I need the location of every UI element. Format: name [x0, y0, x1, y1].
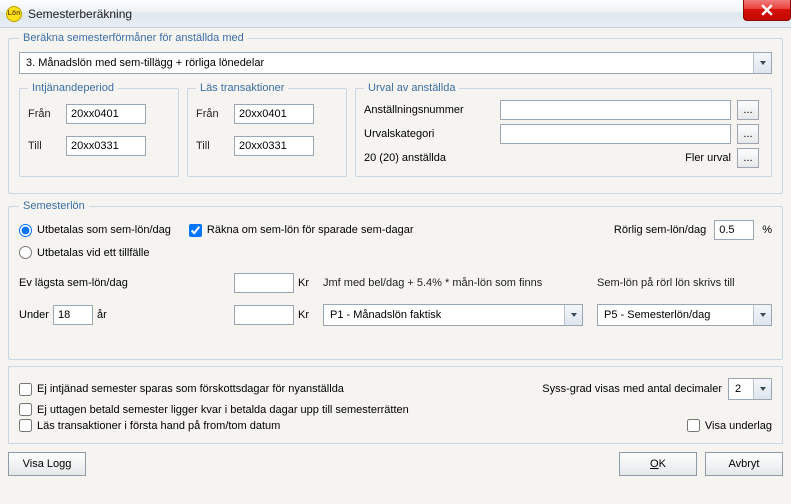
ev-lagsta-input[interactable] [234, 273, 294, 293]
group-urval: Urval av anställda Anställningsnummer ..… [355, 82, 772, 177]
radio-utbetalas-tillfalle-input[interactable] [19, 246, 32, 259]
las-fran-input[interactable] [234, 104, 314, 124]
label-fran: Från [28, 108, 66, 120]
group-semlon-legend: Semesterlön [19, 200, 89, 212]
chk-ej-intjanad[interactable]: Ej intjänad semester sparas som förskott… [19, 383, 344, 396]
chk-ej-uttagen[interactable]: Ej uttagen betald semester ligger kvar i… [19, 403, 409, 416]
window-title: Semesterberäkning [28, 7, 132, 21]
label-kr2: Kr [298, 309, 309, 321]
label-under: Under [19, 309, 49, 321]
label-pct: % [762, 224, 772, 236]
label-syss: Syss-grad visas med antal decimaler [542, 383, 722, 395]
group-las-transaktioner: Läs transaktioner Från Till [187, 82, 347, 177]
radio-utbetalas-tillfalle[interactable]: Utbetalas vid ett tillfälle [19, 246, 150, 259]
label-ar: år [97, 309, 107, 321]
group-options: Ej intjänad semester sparas som förskott… [8, 366, 783, 444]
title-bar: Lön Semesterberäkning [0, 0, 791, 28]
skrivs-combo-value: P5 - Semesterlön/dag [604, 309, 710, 321]
label-count: 20 (20) anställda [364, 152, 494, 164]
label-jmf: Jmf med bel/dag + 5.4% * mån-lön som fin… [323, 277, 583, 289]
chevron-down-icon [564, 305, 582, 325]
group-intjanandeperiod: Intjänandeperiod Från Till [19, 82, 179, 177]
fler-urval-button[interactable]: ... [737, 148, 759, 168]
chk-ej-uttagen-input[interactable] [19, 403, 32, 416]
under-age-input[interactable] [53, 305, 93, 325]
decimals-value: 2 [735, 383, 741, 395]
label-rorlig: Rörlig sem-lön/dag [614, 224, 706, 236]
group-las-legend: Läs transaktioner [196, 82, 288, 94]
close-button[interactable] [743, 0, 791, 21]
intj-fran-input[interactable] [66, 104, 146, 124]
anstnr-browse-button[interactable]: ... [737, 100, 759, 120]
label-las-till: Till [196, 140, 234, 152]
rorlig-pct-input[interactable] [714, 220, 754, 240]
chk-rakna-om-input[interactable] [189, 224, 202, 237]
avbryt-button[interactable]: Avbryt [705, 452, 783, 476]
urvalkat-input[interactable] [500, 124, 731, 144]
label-urvalkat: Urvalskategori [364, 128, 494, 140]
label-till: Till [28, 140, 66, 152]
chk-visa-underlag[interactable]: Visa underlag [687, 419, 772, 432]
group-semesterlon: Semesterlön Utbetalas som sem-lön/dag Rä… [8, 200, 783, 360]
calc-type-combo[interactable]: 3. Månadslön med sem-tillägg + rörliga l… [19, 52, 772, 74]
chevron-down-icon [753, 53, 771, 73]
chk-rakna-om[interactable]: Räkna om sem-lön för sparade sem-dagar [189, 224, 414, 237]
group-main: Beräkna semesterförmåner för anställda m… [8, 32, 783, 194]
intj-till-input[interactable] [66, 136, 146, 156]
group-main-legend: Beräkna semesterförmåner för anställda m… [19, 32, 248, 44]
label-las-fran: Från [196, 108, 234, 120]
app-icon: Lön [6, 6, 22, 22]
group-intj-legend: Intjänandeperiod [28, 82, 118, 94]
chevron-down-icon [753, 379, 771, 399]
radio-utbetalas-dag-input[interactable] [19, 224, 32, 237]
calc-type-value: 3. Månadslön med sem-tillägg + rörliga l… [26, 57, 264, 69]
label-fler-urval: Fler urval [500, 152, 731, 164]
chk-las-trans[interactable]: Läs transaktioner i första hand på from/… [19, 419, 280, 432]
skrivs-combo[interactable]: P5 - Semesterlön/dag [597, 304, 772, 326]
close-icon [761, 4, 773, 16]
urvalkat-browse-button[interactable]: ... [737, 124, 759, 144]
jmf-combo[interactable]: P1 - Månadslön faktisk [323, 304, 583, 326]
anstnr-input[interactable] [500, 100, 731, 120]
chk-ej-intjanad-input[interactable] [19, 383, 32, 396]
visa-logg-button[interactable]: Visa Logg [8, 452, 86, 476]
las-till-input[interactable] [234, 136, 314, 156]
label-anstnr: Anställningsnummer [364, 104, 494, 116]
decimals-combo[interactable]: 2 [728, 378, 772, 400]
chk-las-trans-input[interactable] [19, 419, 32, 432]
label-kr1: Kr [298, 277, 309, 289]
under-kr-input[interactable] [234, 305, 294, 325]
ok-button[interactable]: OK [619, 452, 697, 476]
label-skrivs: Sem-lön på rörl lön skrivs till [597, 277, 772, 289]
jmf-combo-value: P1 - Månadslön faktisk [330, 309, 441, 321]
radio-utbetalas-dag[interactable]: Utbetalas som sem-lön/dag [19, 224, 171, 237]
group-urval-legend: Urval av anställda [364, 82, 459, 94]
chk-visa-underlag-input[interactable] [687, 419, 700, 432]
label-ev-lagsta: Ev lägsta sem-lön/dag [19, 277, 128, 289]
footer: Visa Logg OK Avbryt [8, 452, 783, 476]
chevron-down-icon [753, 305, 771, 325]
